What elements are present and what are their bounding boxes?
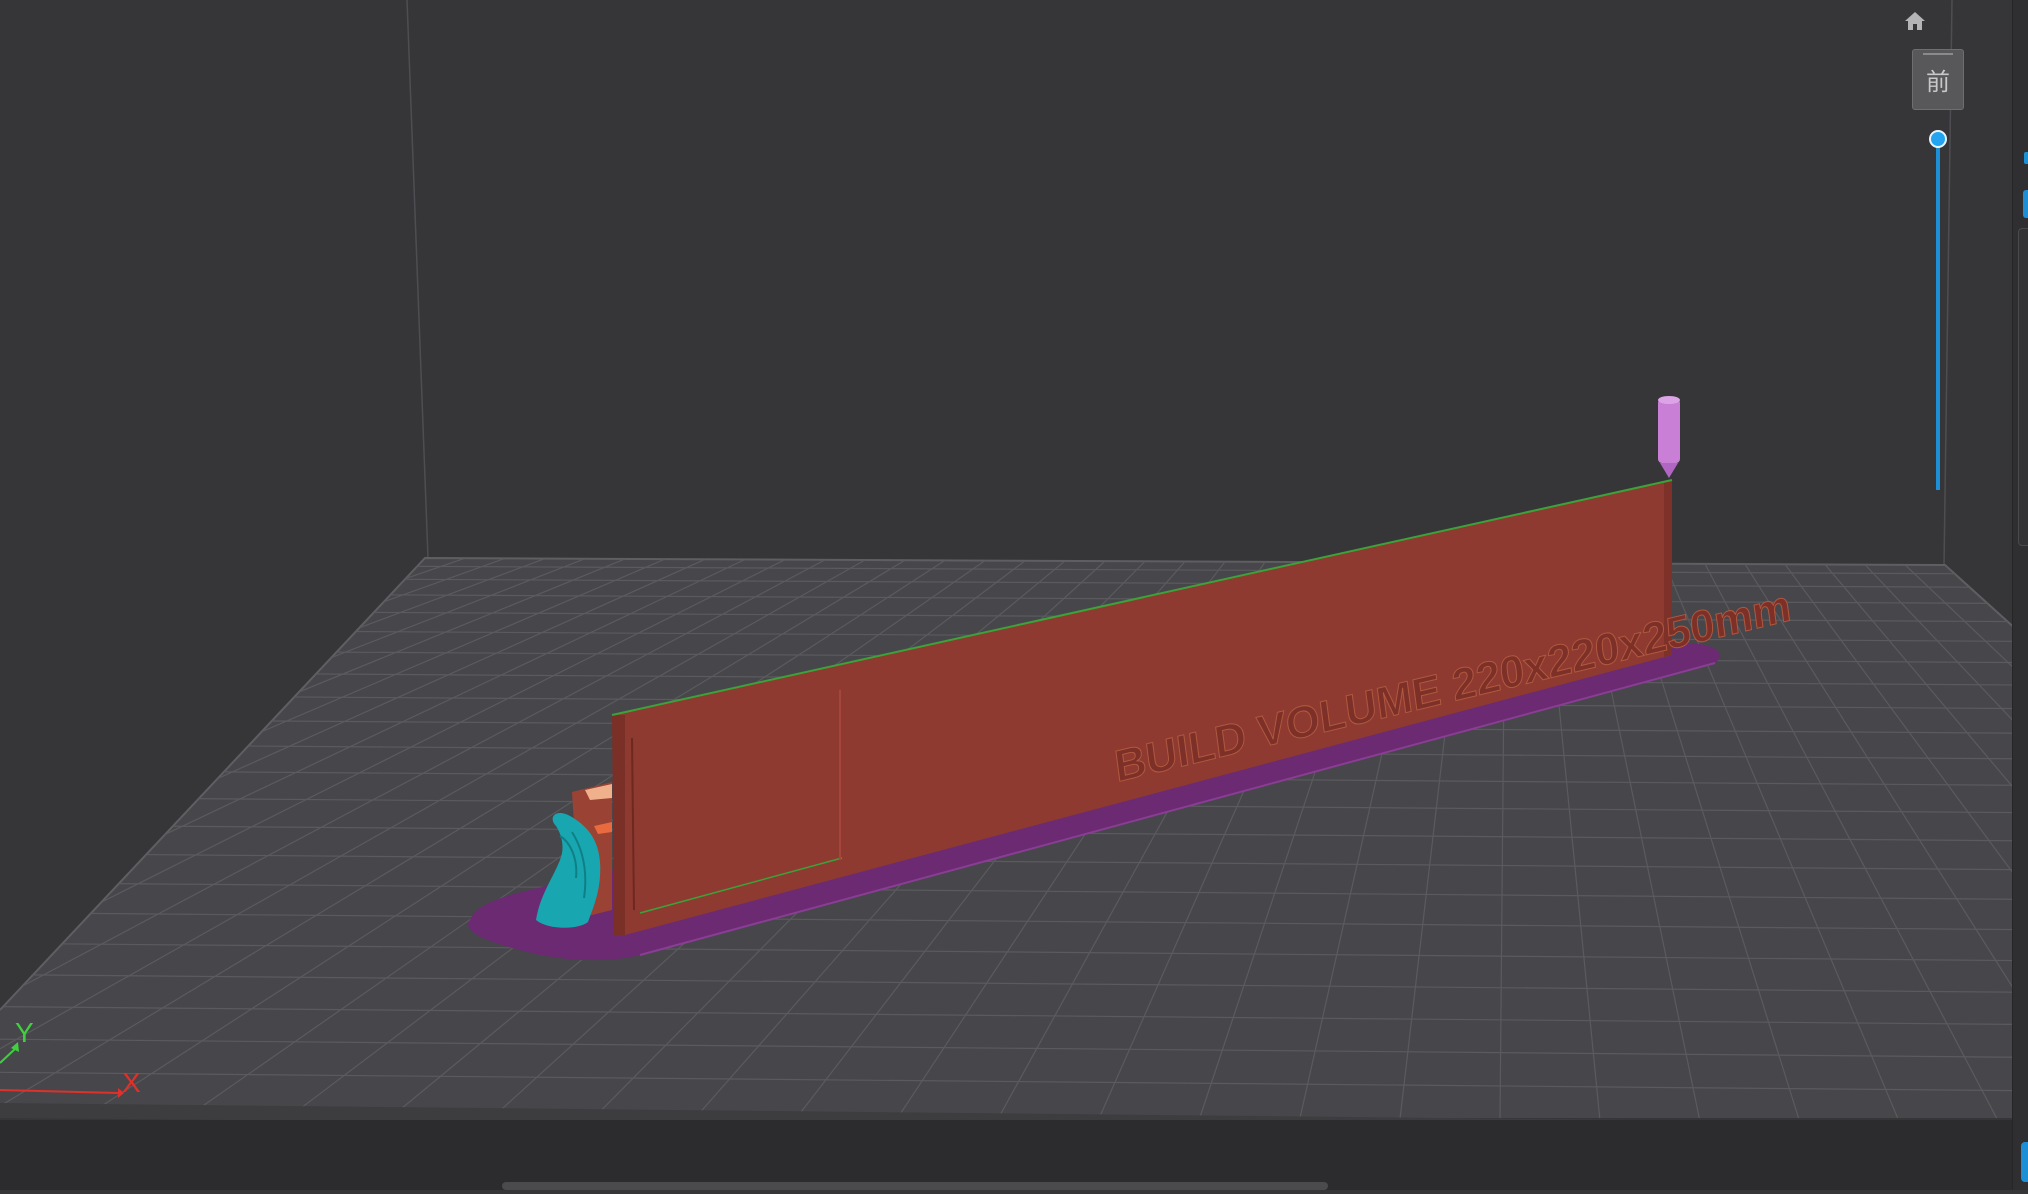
- y-axis-label: Y: [15, 1017, 34, 1048]
- slice-button[interactable]: [2021, 1142, 2028, 1182]
- 3d-viewport[interactable]: BUILD VOLUME 220x220x250mm X Y 前: [0, 0, 2028, 1190]
- panel-checkbox[interactable]: [2024, 152, 2028, 164]
- nozzle-cap: [1658, 396, 1680, 404]
- bottom-toolbar-area: [0, 1120, 2012, 1190]
- horizontal-scrollbar[interactable]: [502, 1182, 1328, 1190]
- settings-panel-edge: [2012, 0, 2028, 1190]
- build-plate-scene[interactable]: BUILD VOLUME 220x220x250mm X Y: [0, 0, 2028, 1190]
- view-cube-top-face: [1923, 53, 1953, 60]
- view-cube[interactable]: 前: [1912, 49, 1964, 110]
- panel-button[interactable]: [2023, 190, 2028, 218]
- panel-group-box: [2018, 228, 2028, 546]
- layer-slider-track[interactable]: [1936, 138, 1940, 490]
- home-icon: [1905, 12, 1925, 30]
- home-view-button[interactable]: [1898, 6, 1932, 36]
- nozzle-body: [1658, 399, 1680, 463]
- model-wall-end: [612, 715, 625, 935]
- x-axis-label: X: [122, 1067, 141, 1098]
- layer-slider-handle[interactable]: [1929, 130, 1947, 148]
- view-cube-front-label: 前: [1926, 68, 1950, 96]
